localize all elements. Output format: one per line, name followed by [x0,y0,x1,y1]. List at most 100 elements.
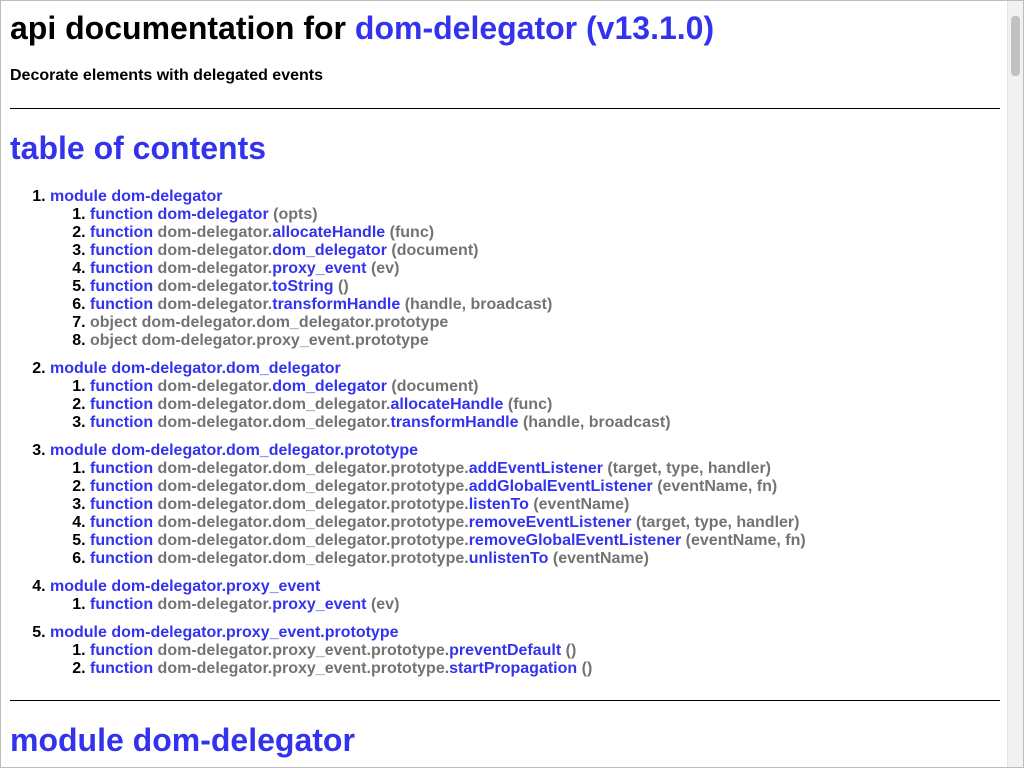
toc-item-link[interactable]: dom_delegator [272,378,387,395]
toc-item: function dom-delegator.dom_delegator.pro… [90,460,806,478]
toc-item-link[interactable]: removeEventListener [469,514,632,531]
toc-item: object dom-delegator.dom_delegator.proto… [90,314,806,332]
toc-module-link[interactable]: module dom-delegator.proxy_event.prototy… [50,624,399,641]
toc-function-keyword[interactable]: function [90,242,153,259]
toc-item-link[interactable]: dom_delegator [272,242,387,259]
toc-item: function dom-delegator.dom_delegator (do… [90,242,806,260]
package-link[interactable]: dom-delegator (v13.1.0) [355,10,714,46]
toc-function-keyword[interactable]: function [90,224,153,241]
toc-item-link[interactable]: removeGlobalEventListener [469,532,682,549]
toc-item-link[interactable]: allocateHandle [272,224,385,241]
toc-item-link[interactable]: startPropagation [449,660,577,677]
toc-item-args: (opts) [273,206,318,223]
module-heading-link[interactable]: module dom-delegator [10,722,355,758]
scrollbar-thumb[interactable] [1011,16,1020,76]
module-heading[interactable]: module dom-delegator [10,722,355,758]
toc-item: function dom-delegator.dom_delegator.tra… [90,414,806,432]
toc-heading[interactable]: table of contents [10,130,266,166]
toc-object-label: object dom-delegator.proxy_event.prototy… [90,332,429,349]
toc-item-link[interactable]: listenTo [469,496,529,513]
toc-item-args: (handle, broadcast) [404,296,553,313]
toc-item: function dom-delegator.proxy_event (ev) [90,260,806,278]
toc-item: function dom-delegator.dom_delegator.pro… [90,514,806,532]
browser-viewport: api documentation for dom-delegator (v13… [0,0,1024,768]
toc-function-keyword[interactable]: function [90,278,153,295]
toc-item-args: (eventName, fn) [685,532,806,549]
toc-item-link[interactable]: preventDefault [449,642,561,659]
toc-heading-link[interactable]: table of contents [10,130,266,166]
toc-item-namespace: dom-delegator.dom_delegator.prototype. [157,532,469,549]
toc-item-link[interactable]: toString [272,278,333,295]
toc-module-items: function dom-delegator.dom_delegator.pro… [50,460,806,568]
toc-item-namespace: dom-delegator. [157,242,273,259]
toc-function-keyword[interactable]: function [90,378,153,395]
toc-item: function dom-delegator.proxy_event.proto… [90,642,806,660]
toc-item-link[interactable]: proxy_event [272,596,366,613]
toc-item: object dom-delegator.proxy_event.prototy… [90,332,806,350]
toc-item-link[interactable]: transformHandle [272,296,400,313]
toc-item-args: (target, type, handler) [607,460,771,477]
toc-module-link[interactable]: module dom-delegator.dom_delegator [50,360,341,377]
toc-function-keyword[interactable]: function [90,514,153,531]
toc-item-link[interactable]: transformHandle [390,414,518,431]
divider-top [10,108,1000,109]
toc-item: function dom-delegator.toString () [90,278,806,296]
toc-item-namespace: dom-delegator.dom_delegator.prototype. [157,478,469,495]
toc-function-keyword[interactable]: function [90,460,153,477]
toc-function-keyword[interactable]: function [90,550,153,567]
toc-item-link[interactable]: addGlobalEventListener [469,478,653,495]
toc-item-namespace: dom-delegator. [157,296,273,313]
toc-function-keyword[interactable]: function [90,206,153,223]
toc-module-link[interactable]: module dom-delegator [50,188,222,205]
toc-function-keyword[interactable]: function [90,478,153,495]
toc-item: function dom-delegator.dom_delegator.pro… [90,478,806,496]
toc-item-args: (eventName) [552,550,649,567]
toc-item: function dom-delegator.dom_delegator.pro… [90,550,806,568]
toc-function-keyword[interactable]: function [90,296,153,313]
toc-item-args: () [338,278,349,295]
toc-item-namespace: dom-delegator. [157,378,273,395]
title-prefix: api documentation for [10,10,346,46]
toc-item-namespace: dom-delegator.proxy_event.prototype. [157,660,450,677]
toc-item-namespace: dom-delegator.dom_delegator.prototype. [157,460,469,477]
toc-item-namespace: dom-delegator. [157,596,273,613]
toc-module: module dom-delegator.proxy_eventfunction… [50,578,806,614]
vertical-scrollbar[interactable] [1007,1,1023,767]
toc-item-args: () [565,642,577,659]
toc-module: module dom-delegator.proxy_event.prototy… [50,624,806,678]
toc-function-keyword[interactable]: function [90,660,153,677]
toc-module-items: function dom-delegator.proxy_event (ev) [50,596,806,614]
toc-item-link[interactable]: dom-delegator [158,206,269,223]
toc-function-keyword[interactable]: function [90,642,153,659]
page-title: api documentation for dom-delegator (v13… [10,10,714,46]
toc-module: module dom-delegator.dom_delegator.proto… [50,442,806,568]
toc-item-link[interactable]: addEventListener [469,460,603,477]
toc-item-link[interactable]: allocateHandle [390,396,503,413]
toc-item: function dom-delegator.proxy_event.proto… [90,660,806,678]
divider-bottom [10,700,1000,701]
toc-module-items: function dom-delegator.proxy_event.proto… [50,642,806,678]
toc-item-args: (eventName, fn) [657,478,778,495]
toc-item-args: (ev) [370,596,400,613]
toc-module-items: function dom-delegator.dom_delegator (do… [50,378,806,432]
toc-module: module dom-delegatorfunction dom-delegat… [50,188,806,350]
toc-function-keyword[interactable]: function [90,496,153,513]
toc-function-keyword[interactable]: function [90,396,153,413]
toc-item: function dom-delegator.dom_delegator.pro… [90,532,806,550]
toc-function-keyword[interactable]: function [90,532,153,549]
toc-item-args: (target, type, handler) [635,514,800,531]
toc-function-keyword[interactable]: function [90,414,153,431]
toc-item: function dom-delegator.proxy_event (ev) [90,596,806,614]
toc-item-namespace: dom-delegator.dom_delegator.prototype. [157,550,469,567]
toc-object-label: object dom-delegator.dom_delegator.proto… [90,314,449,331]
toc-function-keyword[interactable]: function [90,596,153,613]
toc-item-args: (func) [389,224,435,241]
toc-item-namespace: dom-delegator.proxy_event.prototype. [157,642,450,659]
toc-item-args: (ev) [370,260,400,277]
toc-item-link[interactable]: unlistenTo [469,550,549,567]
toc-module-link[interactable]: module dom-delegator.dom_delegator.proto… [50,442,418,459]
toc-module-link[interactable]: module dom-delegator.proxy_event [50,578,320,595]
toc-item-namespace: dom-delegator.dom_delegator.prototype. [157,514,469,531]
toc-function-keyword[interactable]: function [90,260,153,277]
toc-item-link[interactable]: proxy_event [272,260,366,277]
